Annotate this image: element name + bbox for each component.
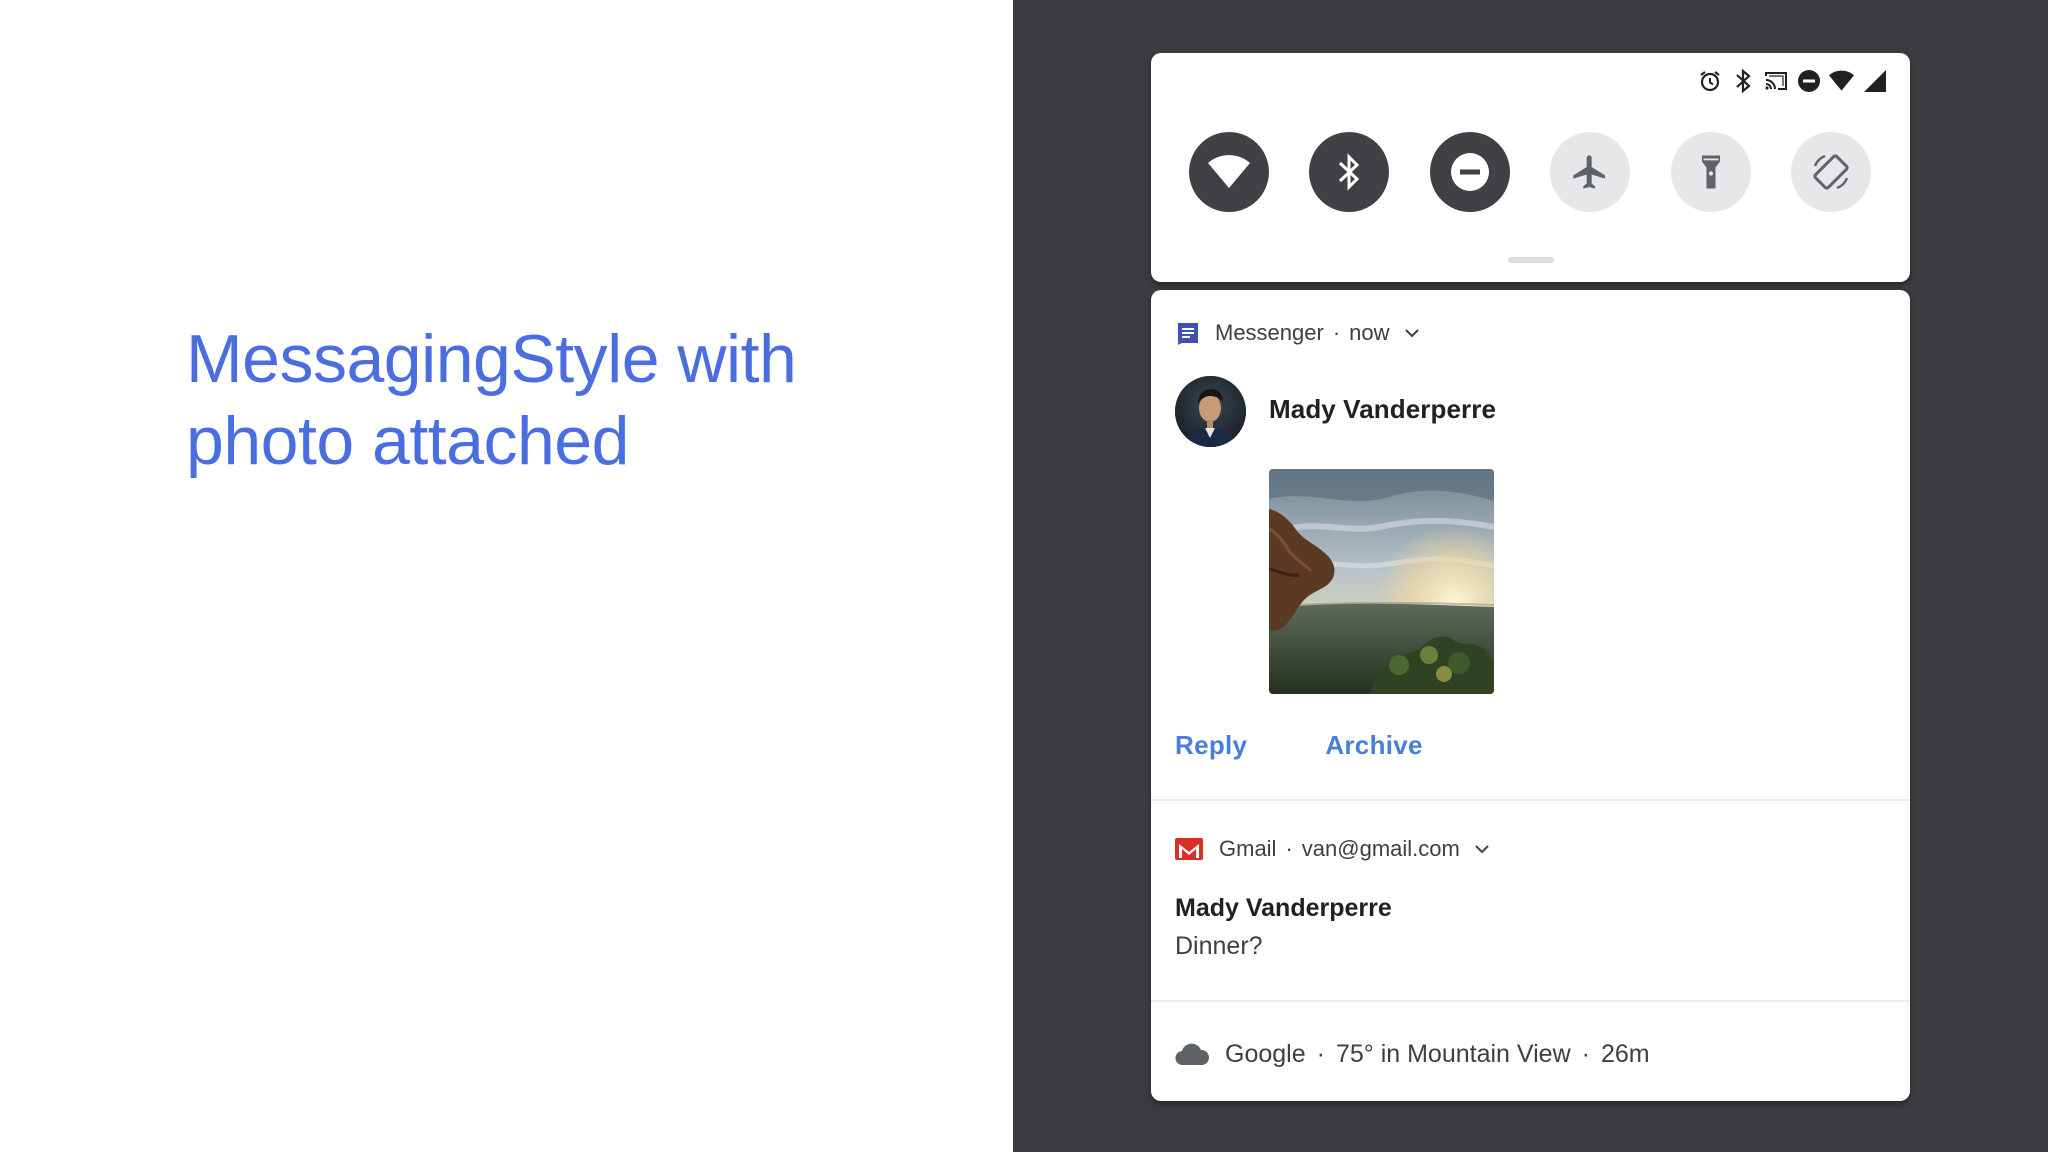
google-weather-notification[interactable]: Google · 75° in Mountain View · 26m — [1175, 1036, 1650, 1072]
header-separator: · — [1316, 1039, 1325, 1068]
qs-tile-bluetooth[interactable] — [1309, 132, 1390, 212]
notification-divider — [1151, 1000, 1910, 1002]
reply-button[interactable]: Reply — [1175, 730, 1247, 761]
cast-icon — [1762, 68, 1789, 95]
quick-settings-panel — [1151, 53, 1910, 282]
shade-drag-handle[interactable] — [1508, 257, 1554, 263]
chevron-down-icon[interactable] — [1474, 844, 1490, 854]
slide-left-panel: MessagingStyle with photo attached — [0, 0, 1013, 1152]
header-separator: · — [1285, 836, 1293, 861]
weather-summary: 75° in Mountain View — [1335, 1039, 1571, 1068]
notification-divider — [1151, 799, 1910, 801]
header-separator: · — [1581, 1039, 1590, 1068]
qs-tile-wifi[interactable] — [1189, 132, 1269, 212]
notification-shade: Messenger · now Mady Vanderperre Reply A… — [1151, 290, 1910, 1101]
bluetooth-icon — [1729, 68, 1756, 95]
do-not-disturb-icon — [1450, 153, 1489, 191]
slide-title-line-1: MessagingStyle with — [186, 321, 797, 397]
gmail-account: van@gmail.com — [1301, 836, 1460, 861]
messenger-actions: Reply Archive — [1175, 730, 1423, 761]
gmail-message: Dinner? — [1175, 932, 1263, 960]
gmail-header: Gmail · van@gmail.com — [1175, 834, 1490, 864]
quick-settings-tiles — [1189, 132, 1871, 212]
qs-tile-flashlight[interactable] — [1670, 132, 1751, 212]
slide-title: MessagingStyle with photo attached — [186, 318, 906, 482]
archive-button[interactable]: Archive — [1325, 730, 1422, 761]
airplane-icon — [1573, 155, 1606, 189]
gmail-sender-name: Mady Vanderperre — [1175, 894, 1392, 922]
alarm-icon — [1696, 68, 1723, 95]
flashlight-icon — [1701, 155, 1720, 189]
attached-photo[interactable] — [1269, 469, 1494, 694]
gmail-icon — [1175, 838, 1203, 860]
do-not-disturb-icon — [1795, 68, 1822, 95]
wifi-icon — [1208, 155, 1250, 188]
sender-avatar — [1175, 376, 1246, 447]
gmail-app-name: Gmail — [1219, 836, 1277, 861]
auto-rotate-icon — [1813, 154, 1849, 190]
messenger-time: now — [1349, 320, 1390, 345]
chevron-down-icon[interactable] — [1404, 328, 1420, 338]
wifi-icon — [1828, 68, 1855, 95]
messenger-app-icon — [1175, 320, 1201, 346]
google-app-name: Google — [1225, 1039, 1306, 1068]
header-separator: · — [1332, 320, 1341, 345]
bluetooth-icon — [1339, 153, 1360, 191]
qs-tile-airplane-mode[interactable] — [1550, 132, 1631, 212]
qs-tile-auto-rotate[interactable] — [1790, 132, 1871, 212]
weather-time: 26m — [1600, 1039, 1650, 1068]
slide-title-line-2: photo attached — [186, 403, 629, 479]
status-bar-icons — [1696, 65, 1888, 97]
qs-tile-do-not-disturb[interactable] — [1429, 132, 1510, 212]
messenger-sender-name: Mady Vanderperre — [1269, 394, 1497, 424]
cellular-signal-icon — [1861, 68, 1888, 95]
cloud-icon — [1175, 1042, 1209, 1066]
messenger-header: Messenger · now — [1175, 318, 1420, 348]
messenger-app-name: Messenger — [1215, 320, 1324, 345]
